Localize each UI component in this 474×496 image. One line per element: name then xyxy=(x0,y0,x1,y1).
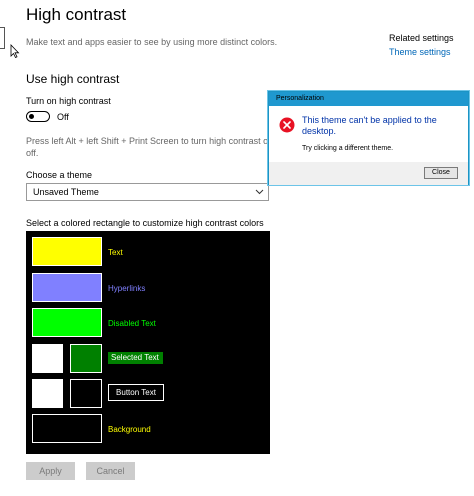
text-color-label: Text xyxy=(108,248,123,257)
background-color-label: Background xyxy=(108,425,151,434)
dialog-body: This theme can't be applied to the deskt… xyxy=(269,106,468,162)
cancel-button[interactable]: Cancel xyxy=(86,462,135,480)
high-contrast-toggle[interactable] xyxy=(26,111,50,122)
dialog-title: Personalization xyxy=(276,95,324,102)
text-color-swatch[interactable] xyxy=(32,237,102,266)
page-description: Make text and apps easier to see by usin… xyxy=(26,37,278,47)
palette-label: Select a colored rectangle to customize … xyxy=(26,218,264,228)
dialog-titlebar[interactable]: Personalization xyxy=(269,92,468,106)
theme-settings-link[interactable]: Theme settings xyxy=(389,47,451,57)
color-palette: Text Hyperlinks Disabled Text Selected T… xyxy=(26,231,270,454)
close-button[interactable]: Close xyxy=(424,167,458,179)
toggle-state-text: Off xyxy=(57,112,69,122)
toggle-knob xyxy=(29,113,34,119)
theme-dropdown-value: Unsaved Theme xyxy=(33,187,99,197)
dialog-footer: Close xyxy=(269,162,468,185)
dialog-sub-message: Try clicking a different theme. xyxy=(302,145,394,152)
chevron-down-icon xyxy=(255,189,264,195)
background-color-swatch[interactable] xyxy=(32,414,102,443)
hyperlinks-color-label: Hyperlinks xyxy=(108,284,146,293)
mouse-cursor-icon xyxy=(10,44,20,58)
disabled-text-color-swatch[interactable] xyxy=(32,308,102,337)
error-dialog: Personalization This theme can't be appl… xyxy=(268,91,469,185)
disabled-text-color-label: Disabled Text xyxy=(108,319,156,328)
button-text-background-swatch[interactable] xyxy=(70,379,102,408)
toggle-label: Turn on high contrast xyxy=(26,96,111,106)
button-text-preview: Button Text xyxy=(108,384,164,401)
selected-text-background-swatch[interactable] xyxy=(70,344,102,373)
hyperlinks-color-swatch[interactable] xyxy=(32,273,102,302)
apply-button[interactable]: Apply xyxy=(26,462,75,480)
page-title: High contrast xyxy=(26,5,127,24)
selected-text-preview: Selected Text xyxy=(108,352,163,364)
related-settings-heading: Related settings xyxy=(389,33,454,43)
window-edge xyxy=(0,27,5,49)
error-icon xyxy=(279,117,295,133)
section-title: Use high contrast xyxy=(26,72,120,86)
button-text-foreground-swatch[interactable] xyxy=(32,379,63,408)
dialog-message: This theme can't be applied to the deskt… xyxy=(302,115,437,136)
theme-label: Choose a theme xyxy=(26,170,93,180)
theme-dropdown[interactable]: Unsaved Theme xyxy=(26,183,269,201)
selected-text-foreground-swatch[interactable] xyxy=(32,344,63,373)
shortcut-hint: Press left Alt + left Shift + Print Scre… xyxy=(26,136,291,158)
